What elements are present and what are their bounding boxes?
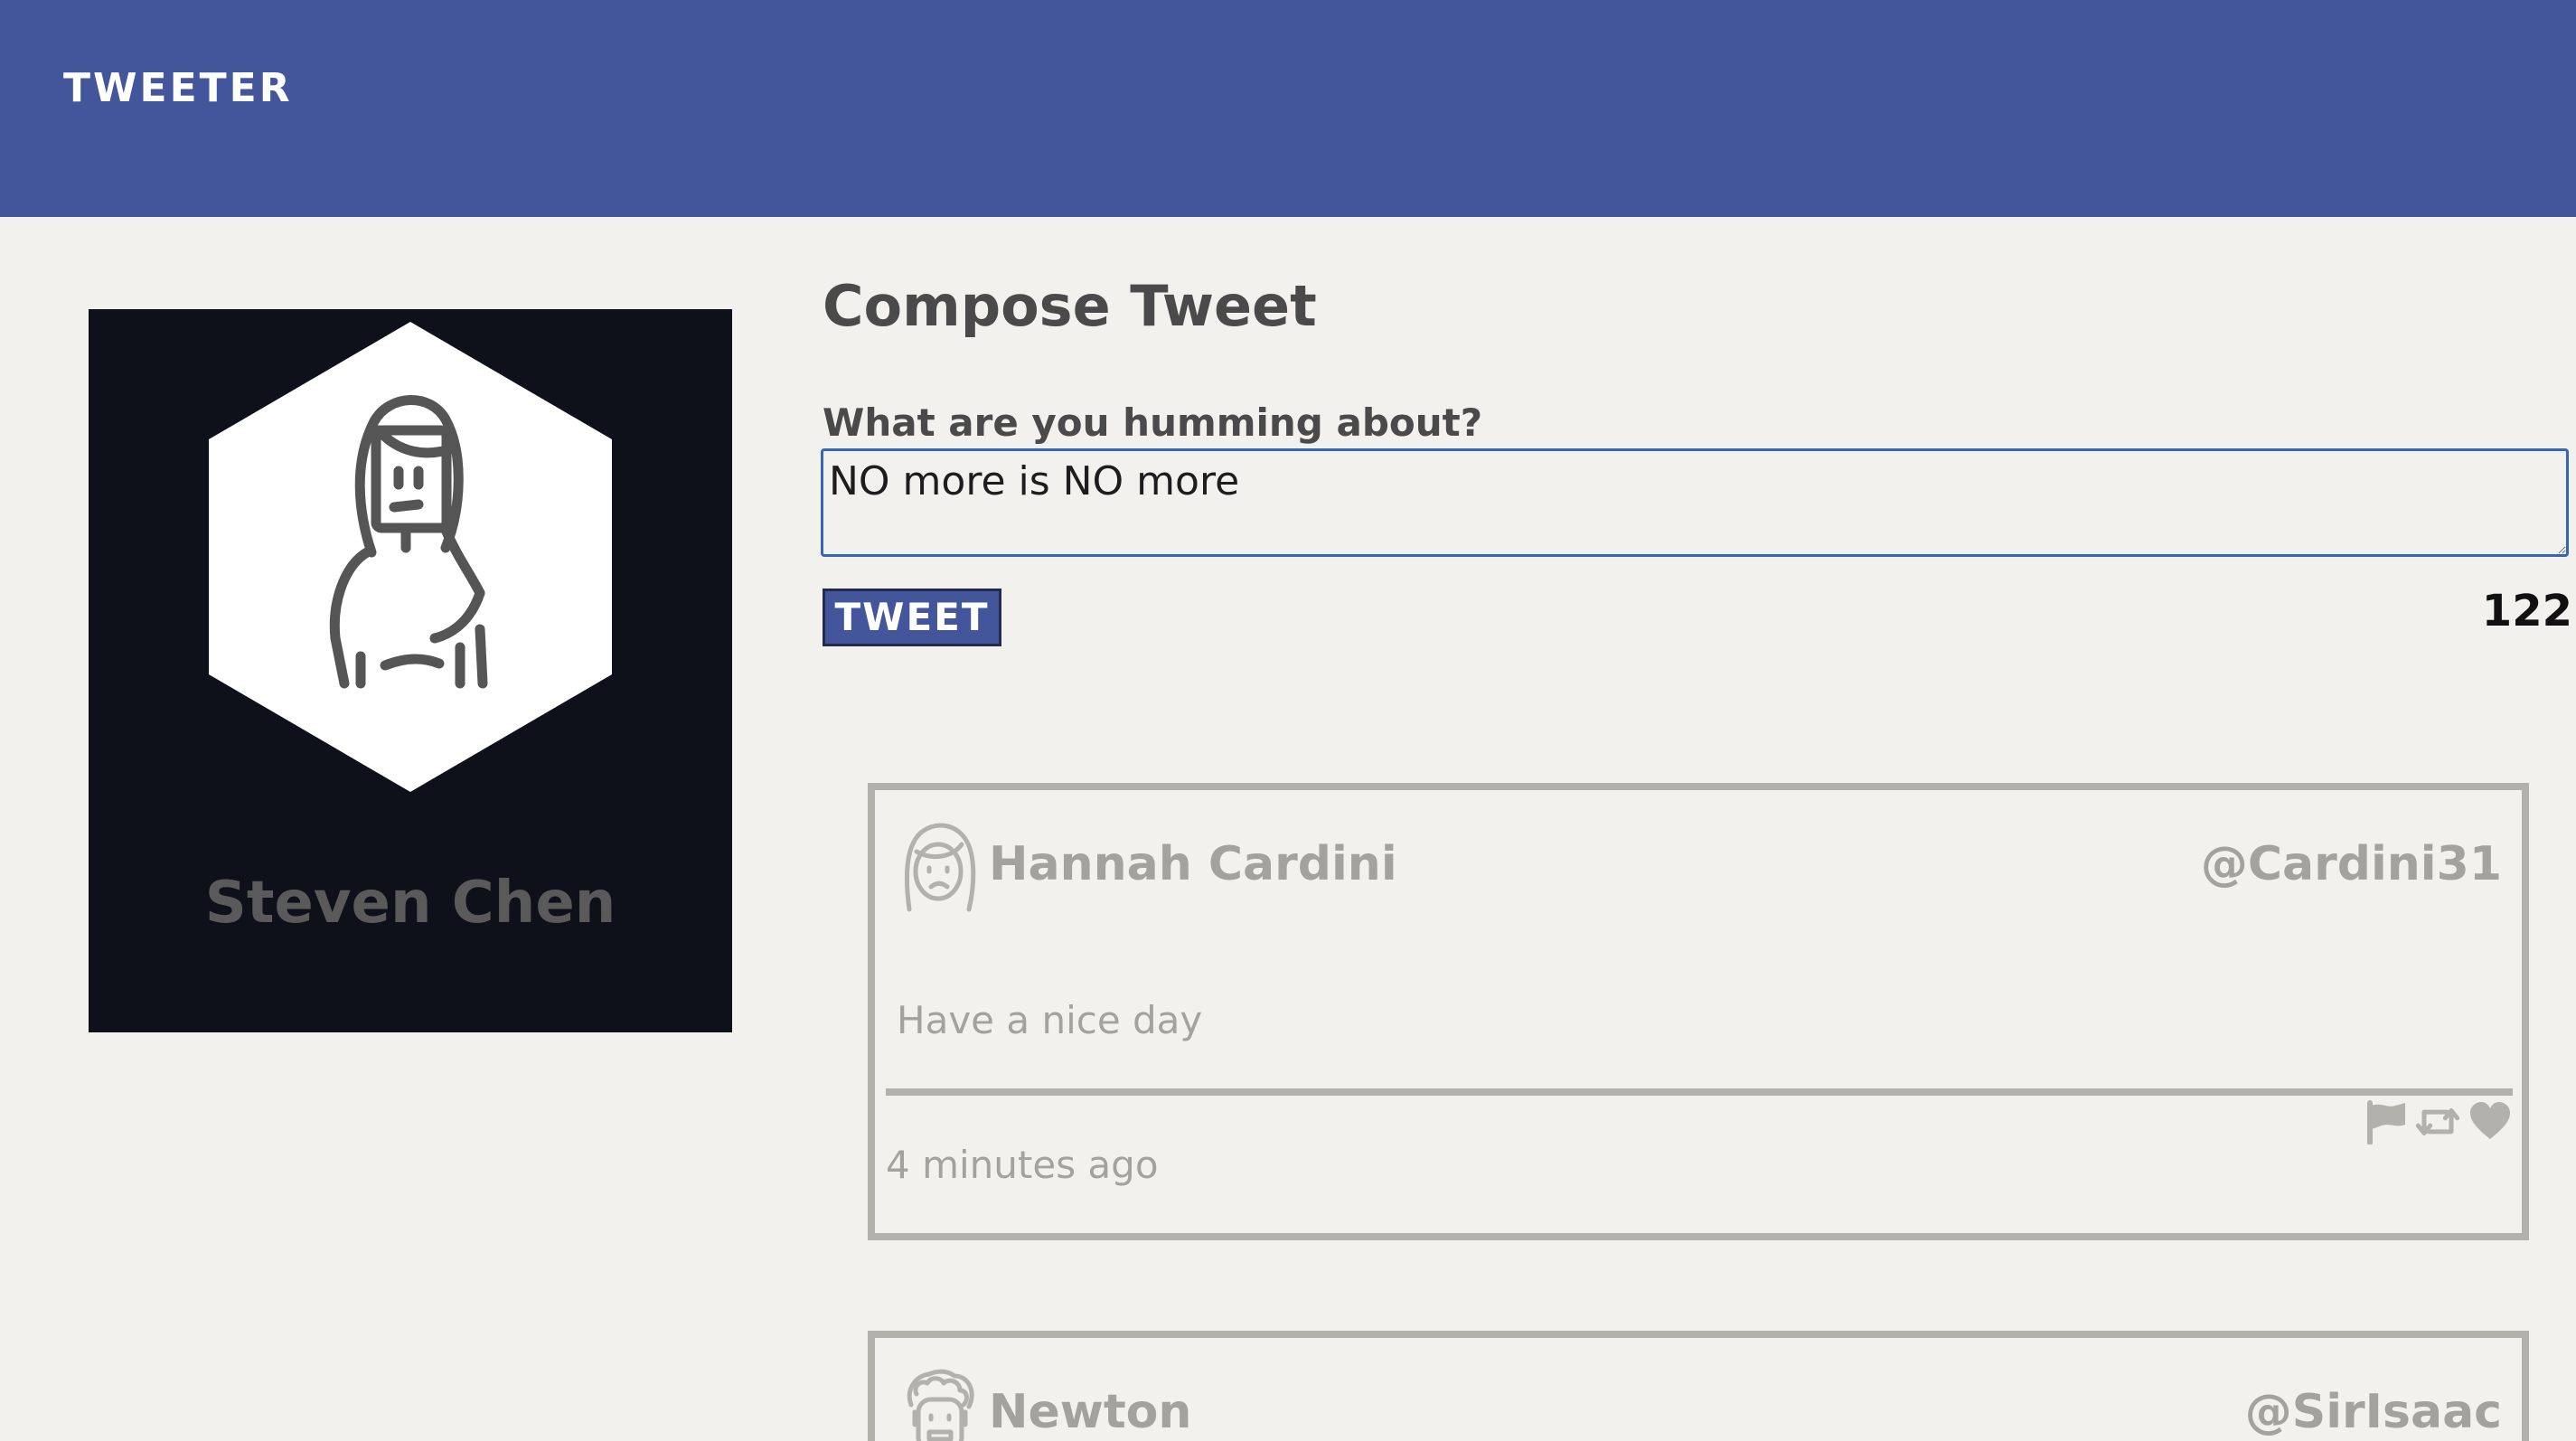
tweet-divider [886,1088,2513,1096]
tweet-card: Hannah Cardini @Cardini31 Have a nice da… [868,783,2529,1240]
tweet-handle[interactable]: @Cardini31 [2201,837,2502,891]
compose-textarea[interactable]: NO more is NO more [821,448,2569,557]
tweet-author[interactable]: Newton [989,1385,1191,1439]
retweet-icon[interactable] [2415,1099,2460,1144]
char-counter: 122 [2481,586,2572,636]
flag-icon[interactable] [2363,1099,2408,1144]
compose-title: Compose Tweet [823,273,1317,339]
tweet-card: Newton @SirIsaac [868,1331,2529,1441]
heart-icon[interactable] [2468,1099,2513,1144]
top-nav: TWEETER [0,0,2576,217]
user-avatar-icon [907,1369,974,1441]
profile-card: Steven Chen [89,309,732,1032]
tweet-button[interactable]: TWEET [823,589,1001,646]
tweet-timestamp: 4 minutes ago [886,1143,1159,1187]
profile-name: Steven Chen [204,870,616,937]
brand-logo[interactable]: TWEETER [63,65,293,111]
user-avatar-icon [904,823,976,912]
compose-label: What are you humming about? [823,400,1483,445]
tweet-actions [2363,1099,2513,1144]
tweet-body: Have a nice day [897,998,1203,1042]
app-frame: TWEETER Steven Chen Compose Tweet What a… [0,0,2576,1441]
tweet-author[interactable]: Hannah Cardini [989,837,1397,891]
user-avatar-icon [209,322,612,792]
tweet-handle[interactable]: @SirIsaac [2245,1385,2502,1439]
